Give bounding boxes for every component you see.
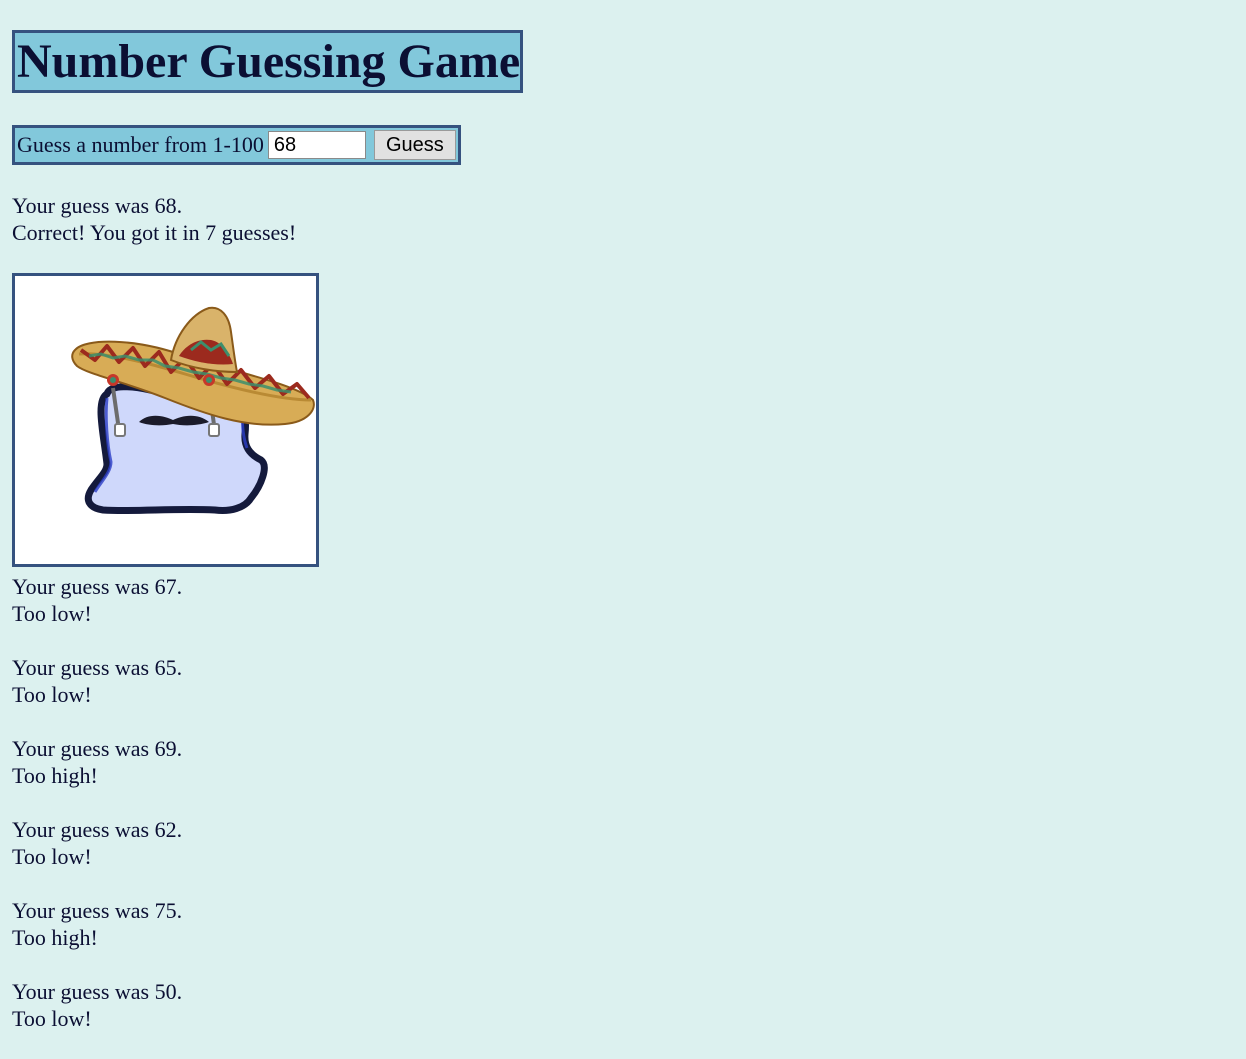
history-guess-line: Your guess was 65. (12, 655, 183, 680)
history-entry: Your guess was 65. Too low! (12, 654, 182, 735)
sombrero-ghost-icon (71, 306, 315, 515)
result-message: Your guess was 68. Correct! You got it i… (12, 192, 296, 246)
result-status: Correct! You got it in 7 guesses! (12, 220, 297, 245)
guess-form: Guess a number from 1-100 Guess (12, 125, 461, 165)
history-guess-line: Your guess was 62. (12, 817, 183, 842)
history-guess-line: Your guess was 50. (12, 979, 183, 1004)
guess-input[interactable] (267, 131, 366, 159)
input-gap (365, 128, 374, 162)
history-entry: Your guess was 75. Too high! (12, 897, 182, 978)
history-message: Too low! (12, 601, 92, 626)
page: Number Guessing Game Guess a number from… (12, 30, 524, 1031)
guess-button[interactable]: Guess (373, 130, 456, 160)
history-entry: Your guess was 62. Too low! (12, 816, 182, 897)
history-guess-line: Your guess was 67. (12, 574, 183, 599)
history-guess-line: Your guess was 69. (12, 736, 183, 761)
title-box: Number Guessing Game (12, 30, 524, 93)
celebration-image (12, 273, 319, 567)
history-message: Too high! (12, 763, 98, 788)
history-entry: Your guess was 50. Too low! (12, 978, 182, 1059)
history-entry: Your guess was 67. Too low! (12, 573, 182, 654)
history-message: Too low! (12, 1006, 92, 1031)
history-message: Too low! (12, 682, 92, 707)
history-entry: Your guess was 69. Too high! (12, 735, 182, 816)
history-guess-line: Your guess was 75. (12, 898, 183, 923)
history-message: Too low! (12, 844, 92, 869)
page-title: Number Guessing Game (17, 35, 521, 88)
guess-label: Guess a number from 1-100 (17, 132, 264, 157)
history-message: Too high! (12, 925, 98, 950)
result-guess-line: Your guess was 68. (12, 193, 183, 218)
guess-history: Your guess was 67. Too low! Your guess w… (12, 573, 182, 1059)
